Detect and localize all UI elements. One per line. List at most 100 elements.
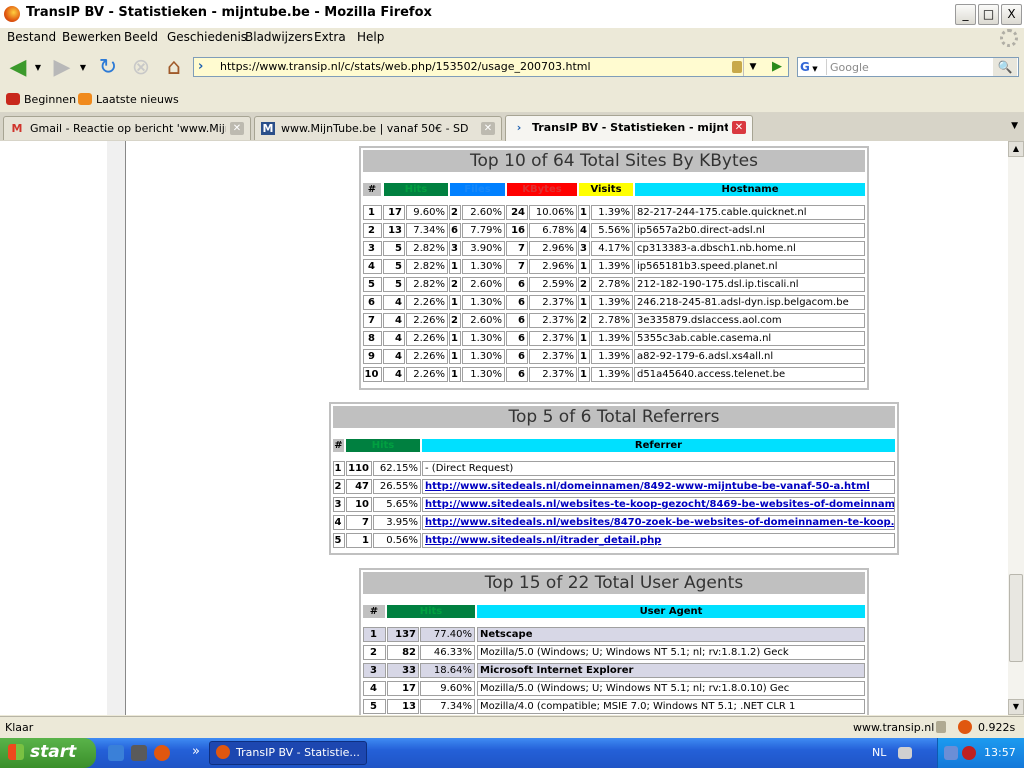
back-dropdown-icon[interactable]: ▼: [32, 55, 44, 81]
col-referrer: Referrer: [422, 439, 895, 452]
close-button[interactable]: X: [1001, 4, 1022, 25]
tab-gmail[interactable]: M Gmail - Reactie op bericht 'www.MijnT.…: [3, 116, 251, 140]
kbytes-count: 6: [506, 277, 528, 292]
status-addon-icon[interactable]: [958, 720, 972, 734]
scroll-down-icon[interactable]: ▼: [1008, 699, 1024, 715]
hits-count: 33: [387, 663, 419, 678]
hits-count: 4: [383, 349, 405, 364]
url-bar[interactable]: › https://www.transip.nl/c/stats/web.php…: [193, 57, 789, 77]
files-pct: 1.30%: [462, 367, 505, 382]
keyboard-icon[interactable]: [898, 747, 912, 759]
taskbar-firefox-item[interactable]: TransIP BV - Statistie...: [209, 741, 367, 765]
maximize-button[interactable]: □: [978, 4, 999, 25]
referrer-link[interactable]: http://www.sitedeals.nl/domeinnamen/8492…: [425, 481, 870, 492]
url-text[interactable]: https://www.transip.nl/c/stats/web.php/1…: [220, 60, 591, 73]
row-number: 1: [363, 627, 386, 642]
hits-count: 5: [383, 241, 405, 256]
referrer-link[interactable]: http://www.sitedeals.nl/websites/8470-zo…: [425, 517, 894, 528]
menu-bestand[interactable]: Bestand: [7, 30, 56, 44]
hits-pct: 2.26%: [406, 313, 448, 328]
menu-beeld[interactable]: Beeld: [124, 30, 158, 44]
mijntube-icon: M: [261, 122, 275, 135]
hits-pct: 46.33%: [420, 645, 475, 660]
files-count: 1: [449, 349, 461, 364]
bookmark-laatste-nieuws[interactable]: Laatste nieuws: [78, 93, 179, 106]
menu-geschiedenis[interactable]: Geschiedenis: [167, 30, 247, 44]
menu-help[interactable]: Help: [357, 30, 384, 44]
row-number: 1: [333, 461, 345, 476]
hits-count: 4: [383, 367, 405, 382]
search-input[interactable]: Google: [830, 61, 869, 74]
visits-count: 1: [578, 205, 590, 220]
language-indicator[interactable]: NL: [872, 746, 886, 759]
col-files: Files: [450, 183, 505, 196]
tab-label: Gmail - Reactie op bericht 'www.MijnT...: [30, 122, 226, 135]
search-engine-icon[interactable]: G ▼: [800, 59, 827, 75]
vertical-scrollbar[interactable]: ▲ ▼: [1008, 141, 1024, 715]
tab-transip[interactable]: › TransIP BV - Statistieken - mijnt... ✕: [505, 115, 753, 141]
forward-icon[interactable]: ▶: [48, 55, 76, 81]
search-box[interactable]: G ▼ Google 🔍: [797, 57, 1019, 77]
kbytes-pct: 2.37%: [529, 313, 577, 328]
row-number: 4: [333, 515, 345, 530]
reload-icon[interactable]: ↻: [94, 55, 122, 81]
back-icon[interactable]: ◀: [4, 55, 32, 81]
media-quicklaunch-icon[interactable]: [131, 745, 147, 761]
menu-bladwijzers[interactable]: Bladwijzers: [245, 30, 313, 44]
files-pct: 2.60%: [462, 313, 505, 328]
tab-mijntube[interactable]: M www.MijnTube.be | vanaf 50€ - SD ✕: [254, 116, 502, 140]
firefox-icon: [4, 6, 20, 22]
status-bar: Klaar www.transip.nl 0.922s: [0, 716, 1024, 739]
firefox-quicklaunch-icon[interactable]: [154, 745, 170, 761]
hits-pct: 7.34%: [420, 699, 475, 714]
go-icon[interactable]: ▶: [767, 59, 787, 77]
ie-quicklaunch-icon[interactable]: [108, 745, 124, 761]
hits-pct: 26.55%: [373, 479, 421, 494]
close-tab-icon[interactable]: ✕: [230, 122, 244, 135]
visits-pct: 1.39%: [591, 295, 633, 310]
kbytes-count: 6: [506, 367, 528, 382]
kbytes-pct: 2.37%: [529, 295, 577, 310]
start-button[interactable]: start: [0, 738, 96, 768]
search-icon[interactable]: 🔍: [993, 58, 1017, 76]
clock: 13:57: [984, 746, 1016, 759]
security-icon[interactable]: [962, 746, 976, 760]
close-tab-icon[interactable]: ✕: [481, 122, 495, 135]
close-tab-icon[interactable]: ✕: [732, 121, 746, 134]
kbytes-count: 6: [506, 331, 528, 346]
kbytes-count: 6: [506, 349, 528, 364]
visits-pct: 4.17%: [591, 241, 633, 256]
agents-table: Top 15 of 22 Total User Agents # Hits Us…: [359, 568, 869, 715]
network-icon[interactable]: [944, 746, 958, 760]
files-count: 2: [449, 277, 461, 292]
lock-icon[interactable]: [732, 61, 742, 73]
scroll-thumb[interactable]: [1009, 574, 1023, 662]
quicklaunch-chevron-icon[interactable]: »: [192, 744, 200, 759]
referrer-link[interactable]: http://www.sitedeals.nl/itrader_detail.p…: [425, 535, 661, 546]
hostname-cell: a82-92-179-6.adsl.xs4all.nl: [634, 349, 865, 364]
scroll-up-icon[interactable]: ▲: [1008, 141, 1024, 157]
sites-title: Top 10 of 64 Total Sites By KBytes: [363, 150, 865, 172]
kbytes-count: 6: [506, 295, 528, 310]
hostname-cell: ip565181b3.speed.planet.nl: [634, 259, 865, 274]
menu-bewerken[interactable]: Bewerken: [62, 30, 121, 44]
user-agent-cell: Mozilla/5.0 (Windows; U; Windows NT 5.1;…: [477, 681, 865, 696]
referrer-link[interactable]: http://www.sitedeals.nl/websites-te-koop…: [425, 499, 894, 510]
visits-count: 3: [578, 241, 590, 256]
forward-dropdown-icon[interactable]: ▼: [77, 55, 89, 81]
hits-count: 1: [346, 533, 372, 548]
stop-icon[interactable]: ⊗: [127, 55, 155, 81]
menu-extra[interactable]: Extra: [314, 30, 346, 44]
hits-count: 4: [383, 313, 405, 328]
windows-flag-icon: [8, 744, 24, 760]
bookmark-beginnen[interactable]: Beginnen: [6, 93, 76, 106]
kbytes-pct: 2.37%: [529, 331, 577, 346]
status-lock-icon[interactable]: [936, 721, 946, 733]
visits-count: 1: [578, 349, 590, 364]
url-dropdown-icon[interactable]: ▼: [743, 58, 762, 76]
tab-list-icon[interactable]: ▼: [1011, 121, 1018, 131]
user-agent-cell: Netscape: [477, 627, 865, 642]
home-icon[interactable]: ⌂: [160, 55, 188, 81]
minimize-button[interactable]: _: [955, 4, 976, 25]
hits-count: 13: [387, 699, 419, 714]
